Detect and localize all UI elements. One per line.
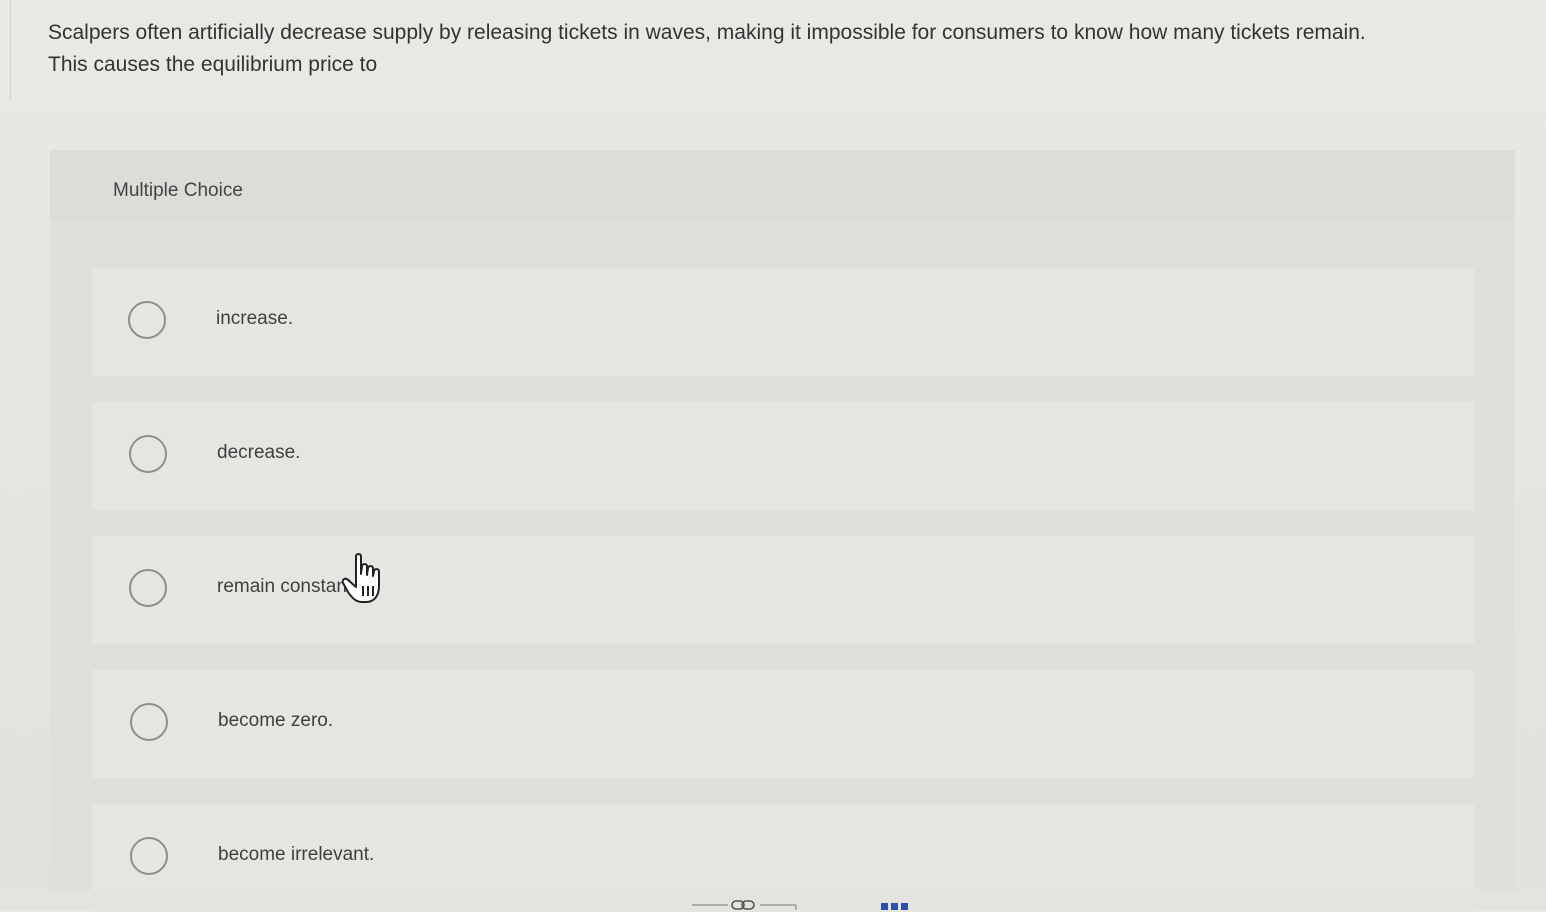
- link-icon[interactable]: [690, 895, 798, 910]
- multiple-choice-title: Multiple Choice: [113, 180, 243, 201]
- radio-button[interactable]: [130, 703, 168, 741]
- hand-pointer-icon: [342, 553, 380, 603]
- question-line-2: This causes the equilibrium price to: [48, 53, 378, 76]
- more-dots-icon[interactable]: [881, 903, 909, 910]
- multiple-choice-header: Multiple Choice: [50, 150, 1515, 220]
- radio-button[interactable]: [129, 569, 167, 607]
- choice-label: remain constant.: [217, 576, 358, 597]
- radio-button[interactable]: [130, 837, 168, 875]
- choice-remain-constant[interactable]: remain constant.: [92, 536, 1474, 644]
- radio-button[interactable]: [128, 301, 166, 339]
- choice-label: increase.: [216, 308, 294, 329]
- choice-decrease[interactable]: decrease.: [92, 402, 1474, 510]
- choice-label: decrease.: [217, 442, 301, 463]
- question-prompt: Scalpers often artificially decrease sup…: [48, 17, 1518, 81]
- choice-label: become irrelevant.: [218, 844, 375, 865]
- left-edge-divider: [0, 0, 11, 100]
- radio-button[interactable]: [129, 435, 167, 473]
- multiple-choice-panel: Multiple Choice increase. decrease. rema…: [50, 150, 1515, 912]
- choice-become-zero[interactable]: become zero.: [92, 670, 1474, 778]
- choice-increase[interactable]: increase.: [92, 268, 1474, 376]
- question-line-1: Scalpers often artificially decrease sup…: [48, 21, 1366, 44]
- choice-label: become zero.: [218, 710, 334, 731]
